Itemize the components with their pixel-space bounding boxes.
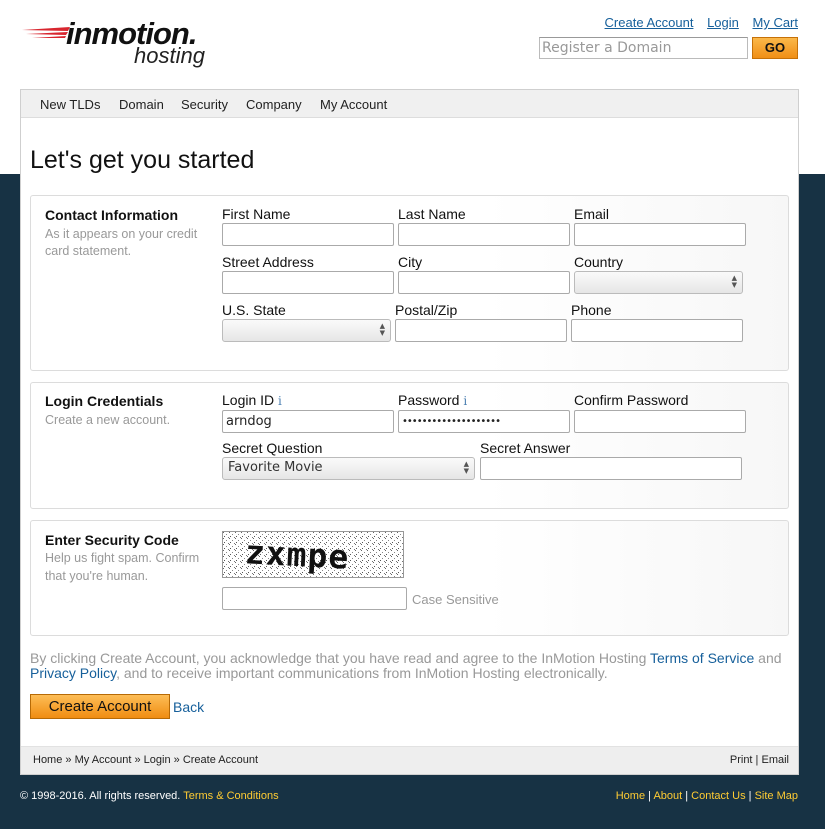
street-input[interactable] [222,271,394,294]
case-sensitive-note: Case Sensitive [412,592,499,607]
my-cart-link[interactable]: My Cart [753,15,799,30]
footer-sep: | [745,790,755,802]
legal-and: and [754,650,782,666]
password-label: Password i [398,392,467,408]
legal-text: By clicking Create Account, you acknowle… [30,651,790,681]
contact-desc-line2: card statement. [45,244,132,258]
privacy-policy-link[interactable]: Privacy Policy [30,665,116,681]
print-link[interactable]: Print [730,754,753,766]
email-link[interactable]: Email [761,754,789,766]
info-icon[interactable]: i [463,394,467,408]
breadcrumb-sep: » [131,754,144,766]
top-links: Create Account Login My Cart [595,15,798,30]
password-input[interactable]: •••••••••••••••••••• [398,410,570,433]
logo-subtitle: hosting [134,43,205,68]
city-label: City [398,254,423,270]
go-button[interactable]: GO [752,37,798,59]
security-title: Enter Security Code [45,532,179,548]
create-account-link[interactable]: Create Account [605,15,694,30]
copyright-text: © 1998-2016. All rights reserved. [20,790,184,802]
captcha-text: zxmpe [244,532,351,577]
secret-answer-input[interactable] [480,457,742,480]
confirm-password-input[interactable] [574,410,746,433]
first-name-input[interactable] [222,223,394,246]
login-id-label: Login ID i [222,392,282,408]
password-label-text: Password [398,392,460,408]
captcha-input[interactable] [222,587,407,610]
login-link[interactable]: Login [707,15,739,30]
captcha-image: zxmpe [222,531,404,578]
secret-question-select[interactable]: Favorite Movie ▲ ▼ [222,457,475,480]
page-title: Let's get you started [30,146,255,174]
swoosh-icon [22,27,70,38]
terms-of-service-link[interactable]: Terms of Service [650,650,754,666]
nav-item-company[interactable]: Company [246,97,302,112]
inmotion-logo[interactable]: inmotion. hosting [22,16,222,72]
breadcrumb-create-account[interactable]: Create Account [183,754,258,766]
nav-item-security[interactable]: Security [181,97,228,112]
postal-label: Postal/Zip [395,302,458,318]
footer-sep: | [682,790,692,802]
domain-search-input[interactable]: Register a Domain [539,37,748,59]
nav-item-new-tlds[interactable]: New TLDs [40,97,100,112]
secret-question-value: Favorite Movie [228,460,323,475]
select-arrows-icon: ▲ ▼ [463,460,469,475]
breadcrumb-sep: » [62,754,75,766]
nav-item-domain[interactable]: Domain [119,97,164,112]
terms-conditions-link[interactable]: Terms & Conditions [183,790,278,802]
last-name-label: Last Name [398,206,466,222]
footer-home-link[interactable]: Home [616,790,645,802]
email-input[interactable] [574,223,746,246]
copyright: © 1998-2016. All rights reserved. Terms … [20,790,279,802]
footer-links: Home | About | Contact Us | Site Map [616,790,798,802]
street-label: Street Address [222,254,314,270]
print-email-links: Print | Email [730,754,789,766]
country-label: Country [574,254,624,270]
contact-title: Contact Information [45,207,178,223]
footer-sitemap-link[interactable]: Site Map [755,790,798,802]
security-desc-line2: that you're human. [45,569,149,583]
login-id-input[interactable]: arndog [222,410,394,433]
breadcrumb-sep: » [170,754,183,766]
phone-label: Phone [571,302,612,318]
postal-input[interactable] [395,319,567,342]
breadcrumb-login[interactable]: Login [144,754,171,766]
state-label: U.S. State [222,302,286,318]
secret-question-label: Secret Question [222,440,323,456]
city-input[interactable] [398,271,570,294]
back-link[interactable]: Back [173,699,204,715]
login-desc: Create a new account. [45,413,171,427]
legal-post: , and to receive important communication… [116,665,608,681]
footer-about-link[interactable]: About [653,790,682,802]
state-select[interactable]: ▲ ▼ [222,319,391,342]
breadcrumb-home[interactable]: Home [33,754,62,766]
phone-input[interactable] [571,319,743,342]
login-title: Login Credentials [45,393,164,409]
secret-answer-label: Secret Answer [480,440,571,456]
breadcrumb-my-account[interactable]: My Account [75,754,132,766]
first-name-label: First Name [222,206,291,222]
security-desc-line1: Help us fight spam. Confirm [45,551,200,565]
info-icon[interactable]: i [278,394,282,408]
main-nav: New TLDs Domain Security Company My Acco… [21,90,798,118]
country-select[interactable]: ▲ ▼ [574,271,743,294]
legal-pre: By clicking Create Account, you acknowle… [30,650,651,666]
last-name-input[interactable] [398,223,570,246]
footer-contact-link[interactable]: Contact Us [691,790,745,802]
confirm-password-label: Confirm Password [574,392,689,408]
breadcrumb: Home » My Account » Login » Create Accou… [33,754,258,766]
contact-desc-line1: As it appears on your credit [45,227,198,241]
login-id-label-text: Login ID [222,392,275,408]
nav-item-my-account[interactable]: My Account [320,97,387,112]
select-arrows-icon: ▲ ▼ [731,274,737,289]
create-account-button[interactable]: Create Account [30,694,170,719]
select-arrows-icon: ▲ ▼ [379,322,385,337]
email-label: Email [574,206,610,222]
